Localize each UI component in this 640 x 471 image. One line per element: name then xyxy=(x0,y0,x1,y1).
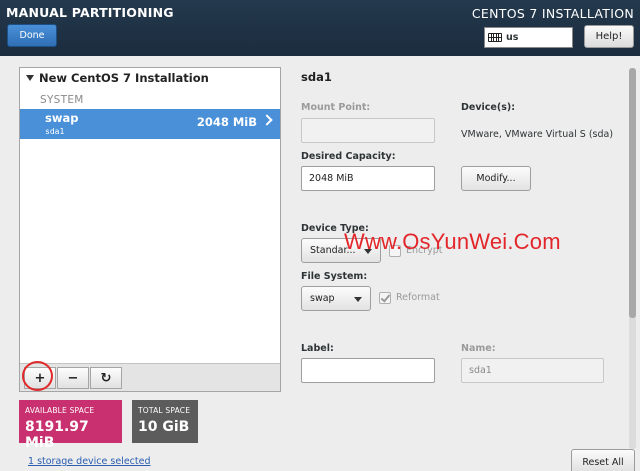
reformat-label: Reformat xyxy=(396,292,440,303)
desired-capacity-field[interactable]: 2048 MiB xyxy=(301,166,435,191)
label-field[interactable] xyxy=(301,358,435,383)
reformat-checkbox[interactable] xyxy=(379,292,391,304)
total-space-label: TOTAL SPACE xyxy=(138,406,191,415)
partition-list-panel: New CentOS 7 Installation SYSTEM swap sd… xyxy=(19,67,281,392)
partition-device: sda1 xyxy=(45,127,65,136)
watermark-text: Www.OsYunWei.Com xyxy=(344,229,561,254)
system-group-label: SYSTEM xyxy=(40,94,84,106)
keyboard-icon xyxy=(488,33,502,42)
partition-detail-title: sda1 xyxy=(301,70,332,84)
scrollbar-thumb[interactable] xyxy=(629,68,636,318)
name-label: Name: xyxy=(461,343,496,354)
done-button[interactable]: Done xyxy=(7,24,57,47)
devices-text: VMware, VMware Virtual S (sda) xyxy=(461,129,614,140)
partition-toolbar: + − ↻ xyxy=(20,361,280,391)
available-space-value: 8191.97 MiB xyxy=(25,419,89,451)
installation-title: New CentOS 7 Installation xyxy=(39,71,209,85)
mount-point-field[interactable] xyxy=(301,118,435,143)
highlight-circle xyxy=(22,361,53,391)
refresh-button[interactable]: ↻ xyxy=(90,367,122,389)
keyboard-layout-button[interactable]: us xyxy=(484,27,573,48)
dropdown-arrow-icon xyxy=(354,297,362,302)
file-system-label: File System: xyxy=(301,271,368,282)
header-bar: MANUAL PARTITIONING Done CENTOS 7 INSTAL… xyxy=(0,0,640,56)
reset-all-button[interactable]: Reset All xyxy=(571,449,635,471)
chevron-right-icon xyxy=(261,114,273,126)
mount-point-label: Mount Point: xyxy=(301,102,371,113)
partition-row-swap[interactable]: swap sda1 2048 MiB xyxy=(20,109,280,139)
installation-header[interactable]: New CentOS 7 Installation xyxy=(26,71,209,85)
name-field[interactable]: sda1 xyxy=(461,358,604,383)
help-button[interactable]: Help! xyxy=(584,25,634,48)
storage-device-link[interactable]: 1 storage device selected xyxy=(28,456,151,467)
partition-size: 2048 MiB xyxy=(196,115,257,129)
scrollbar[interactable] xyxy=(629,68,636,449)
page-title: MANUAL PARTITIONING xyxy=(6,5,174,20)
expand-arrow-icon xyxy=(26,75,34,81)
file-system-select[interactable]: swap xyxy=(301,286,371,311)
total-space-box: TOTAL SPACE 10 GiB xyxy=(132,400,198,443)
label-label: Label: xyxy=(301,343,334,354)
install-title: CENTOS 7 INSTALLATION xyxy=(471,6,634,21)
devices-label: Device(s): xyxy=(461,102,515,113)
total-space-value: 10 GiB xyxy=(138,419,190,435)
modify-button[interactable]: Modify... xyxy=(461,166,531,191)
available-space-box: AVAILABLE SPACE 8191.97 MiB xyxy=(19,400,122,451)
desired-capacity-label: Desired Capacity: xyxy=(301,151,396,162)
file-system-value: swap xyxy=(310,293,335,304)
partition-name: swap xyxy=(45,111,79,125)
remove-partition-button[interactable]: − xyxy=(57,367,89,389)
keyboard-layout-label: us xyxy=(506,32,519,43)
available-space-label: AVAILABLE SPACE xyxy=(25,406,95,415)
